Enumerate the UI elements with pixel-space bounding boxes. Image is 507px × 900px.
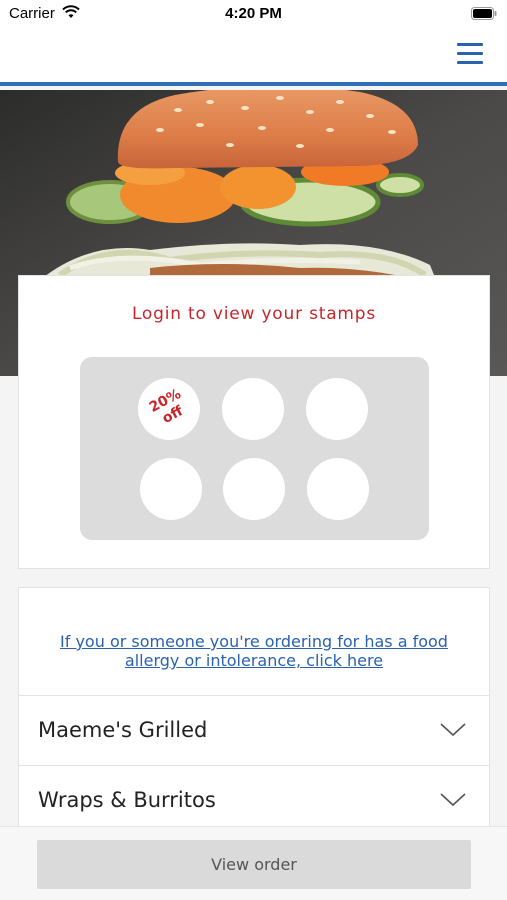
chevron-down-icon — [440, 793, 466, 807]
login-stamps-link[interactable]: Login to view your stamps — [19, 304, 489, 324]
stamp-slot — [140, 458, 202, 520]
stamp-slot — [222, 378, 284, 440]
status-bar: Carrier 4:20 PM — [0, 0, 507, 30]
view-order-button[interactable]: View order — [37, 840, 471, 889]
menu-card: If you or someone you're ordering for ha… — [18, 587, 490, 847]
allergy-info-link[interactable]: If you or someone you're ordering for ha… — [39, 632, 469, 670]
category-label: Maeme's Grilled — [38, 718, 208, 742]
stamp-panel: 20% off — [80, 357, 429, 540]
stamp-slot — [307, 458, 369, 520]
stamp-slot — [306, 378, 368, 440]
category-label: Wraps & Burritos — [38, 788, 216, 812]
chevron-down-icon — [440, 723, 466, 737]
reward-stamp-text: 20% off — [146, 386, 186, 428]
category-row-maemes-grilled[interactable]: Maeme's Grilled — [19, 695, 489, 765]
hamburger-menu-icon[interactable] — [455, 40, 485, 68]
reward-stamp: 20% off — [138, 378, 200, 440]
battery-icon — [471, 7, 497, 20]
bottom-bar: View order — [0, 826, 507, 900]
loyalty-card: Login to view your stamps 20% off — [18, 275, 490, 569]
app-header — [0, 30, 507, 86]
status-time: 4:20 PM — [225, 5, 282, 22]
stamp-slot — [223, 458, 285, 520]
category-row-wraps-burritos[interactable]: Wraps & Burritos — [19, 765, 489, 835]
